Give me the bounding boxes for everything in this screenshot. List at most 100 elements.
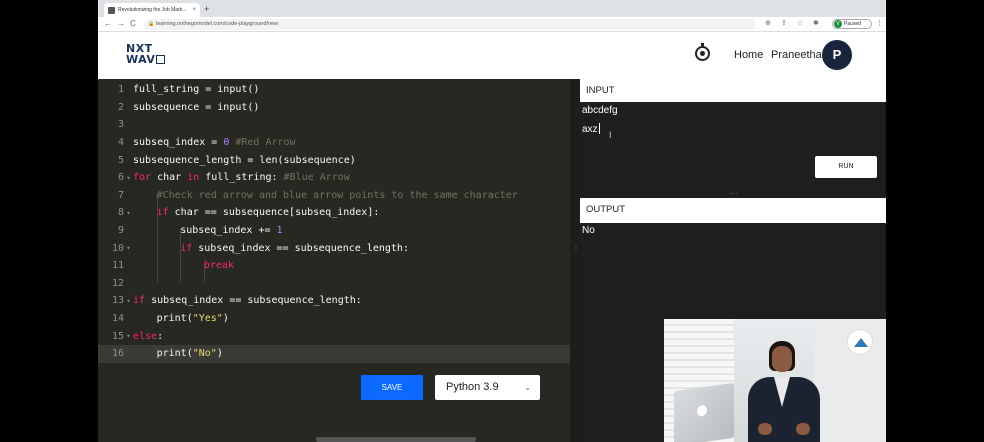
code-text: subsequence = input(): [133, 102, 259, 113]
line-number: 15: [111, 330, 124, 342]
line-number: 6: [117, 172, 124, 184]
code-text: for char in full_string: #Blue Arrow: [133, 172, 350, 183]
code-text: break: [133, 260, 234, 271]
line-number: 8: [117, 207, 124, 219]
code-line[interactable]: 5 subsequence_length = len(subsequence): [98, 151, 570, 169]
browser-tab[interactable]: Revolutionizing the Job Mark... ×: [104, 3, 200, 17]
code-token: #Red Arrow: [229, 137, 296, 149]
app-header: NXT WAV Home Praneetha P: [98, 32, 886, 79]
share-icon[interactable]: ⇪: [781, 19, 787, 29]
zoom-icon[interactable]: ⊕: [765, 19, 771, 29]
code-token: #Check red arrow and blue arrow points t…: [156, 189, 518, 201]
code-line[interactable]: 16 print("No"): [98, 345, 570, 363]
address-bar-row: ← → C 🔒 learning.onthegomodel.com/code-p…: [98, 17, 886, 32]
code-text: subseq_index += 1: [133, 225, 282, 236]
nav-user-name[interactable]: Praneetha: [771, 49, 822, 61]
chevron-down-icon: ⌄: [524, 383, 531, 392]
code-line[interactable]: 11 break: [98, 257, 570, 275]
horizontal-scrollbar[interactable]: [316, 437, 476, 442]
code-token: ): [222, 313, 229, 325]
stopwatch-icon[interactable]: [695, 43, 710, 61]
url-text: learning.onthegomodel.com/code-playgroun…: [156, 21, 278, 27]
close-tab-icon[interactable]: ×: [192, 7, 196, 13]
code-token: break: [203, 260, 234, 272]
input-textarea[interactable]: abcdefg axz I RUN: [580, 102, 886, 189]
code-token: subseq_index == subsequence_length:: [192, 242, 409, 254]
back-icon[interactable]: ←: [104, 19, 112, 29]
code-line[interactable]: 8 ▾ if char == subsequence[subseq_index]:: [98, 204, 570, 222]
forward-icon[interactable]: →: [117, 19, 125, 29]
code-token: full_string:: [199, 172, 284, 184]
fold-arrow-icon[interactable]: ▾: [124, 244, 133, 252]
code-editor[interactable]: 1 full_string = input() 2 subsequence = inp…: [98, 79, 570, 442]
vertical-splitter[interactable]: ⋮: [570, 79, 580, 442]
input-panel: INPUT abcdefg axz I RUN: [580, 79, 886, 189]
lock-icon: 🔒: [148, 21, 155, 27]
code-line[interactable]: 3: [98, 116, 570, 134]
code-token: "No": [192, 348, 217, 360]
code-token: char == subsequence[subseq_index]:: [168, 207, 380, 219]
language-select[interactable]: Python 3.9 ⌄: [435, 375, 540, 400]
code-token: subsequence_length = len(subsequence): [133, 154, 356, 166]
nxtwave-logo[interactable]: NXT WAV: [126, 43, 166, 65]
code-line[interactable]: 15 ▾ else:: [98, 327, 570, 345]
code-text: #Check red arrow and blue arrow points t…: [133, 190, 518, 201]
code-token: subseq_index == subsequence_length:: [145, 295, 362, 307]
code-text: full_string = input(): [133, 84, 259, 95]
code-token: if: [180, 242, 193, 254]
presenter: [744, 341, 824, 442]
code-text: print("No"): [133, 348, 223, 359]
avatar[interactable]: P: [822, 40, 852, 70]
profile-button[interactable]: V Paused: [832, 19, 872, 29]
code-token: print(: [156, 313, 193, 325]
code-token: full_string = input(): [133, 84, 260, 96]
code-line[interactable]: 13 ▾ if subseq_index == subsequence_length…: [98, 292, 570, 310]
code-line[interactable]: 1 full_string = input(): [98, 81, 570, 99]
new-tab-button[interactable]: +: [204, 3, 209, 15]
video-frame: Revolutionizing the Job Mark... × + ← → …: [0, 0, 984, 442]
text-caret: [598, 123, 600, 134]
language-value: Python 3.9: [446, 381, 499, 393]
fold-arrow-icon[interactable]: ▾: [124, 297, 133, 305]
apple-logo-icon: [697, 404, 707, 417]
code-line[interactable]: 14 print("Yes"): [98, 310, 570, 328]
fold-arrow-icon[interactable]: ▾: [124, 332, 133, 340]
code-text: print("Yes"): [133, 313, 229, 324]
horizontal-splitter[interactable]: .....: [580, 189, 886, 198]
code-line[interactable]: 12: [98, 275, 570, 293]
output-label: OUTPUT: [586, 204, 626, 215]
reload-icon[interactable]: C: [130, 19, 136, 29]
code-text: if subseq_index == subsequence_length:: [133, 243, 409, 254]
code-line[interactable]: 10 ▾ if subseq_index == subsequence_length…: [98, 239, 570, 257]
code-line[interactable]: 2 subsequence = input(): [98, 99, 570, 117]
code-token: for: [133, 172, 152, 184]
output-text: No: [582, 225, 595, 236]
tab-title: Revolutionizing the Job Mark...: [118, 7, 187, 13]
code-token: ): [216, 348, 223, 360]
menu-icon[interactable]: ⋮: [876, 19, 883, 29]
code-line[interactable]: 4 subseq_index = 0 #Red Arrow: [98, 134, 570, 152]
save-button[interactable]: SAVE: [361, 375, 423, 400]
code-text: else:: [133, 331, 163, 342]
input-line-1: abcdefg: [582, 105, 618, 116]
code-text: if char == subsequence[subseq_index]:: [133, 207, 380, 219]
line-number: 1: [117, 84, 124, 96]
logo-box-icon: [156, 55, 166, 64]
code-line[interactable]: 9 subseq_index += 1: [98, 222, 570, 240]
code-line[interactable]: 7 #Check red arrow and blue arrow points …: [98, 187, 570, 205]
line-number: 5: [117, 154, 124, 166]
url-field[interactable]: 🔒 learning.onthegomodel.com/code-playgro…: [144, 19, 756, 30]
fold-arrow-icon[interactable]: ▾: [124, 209, 133, 217]
fold-arrow-icon[interactable]: ▾: [124, 174, 133, 182]
run-button[interactable]: RUN: [815, 156, 877, 178]
line-number: 4: [117, 137, 124, 149]
favicon-icon: [108, 6, 115, 14]
code-token: print(: [156, 348, 193, 360]
star-icon[interactable]: ☆: [797, 19, 803, 29]
drag-handle-icon: ⋮: [573, 246, 579, 252]
line-number: 14: [111, 313, 124, 325]
code-text: if subseq_index == subsequence_length:: [133, 295, 362, 306]
extensions-icon[interactable]: ✱: [813, 19, 819, 29]
nav-home-link[interactable]: Home: [734, 49, 763, 61]
code-line[interactable]: 6 ▾ for char in full_string: #Blue Arrow: [98, 169, 570, 187]
